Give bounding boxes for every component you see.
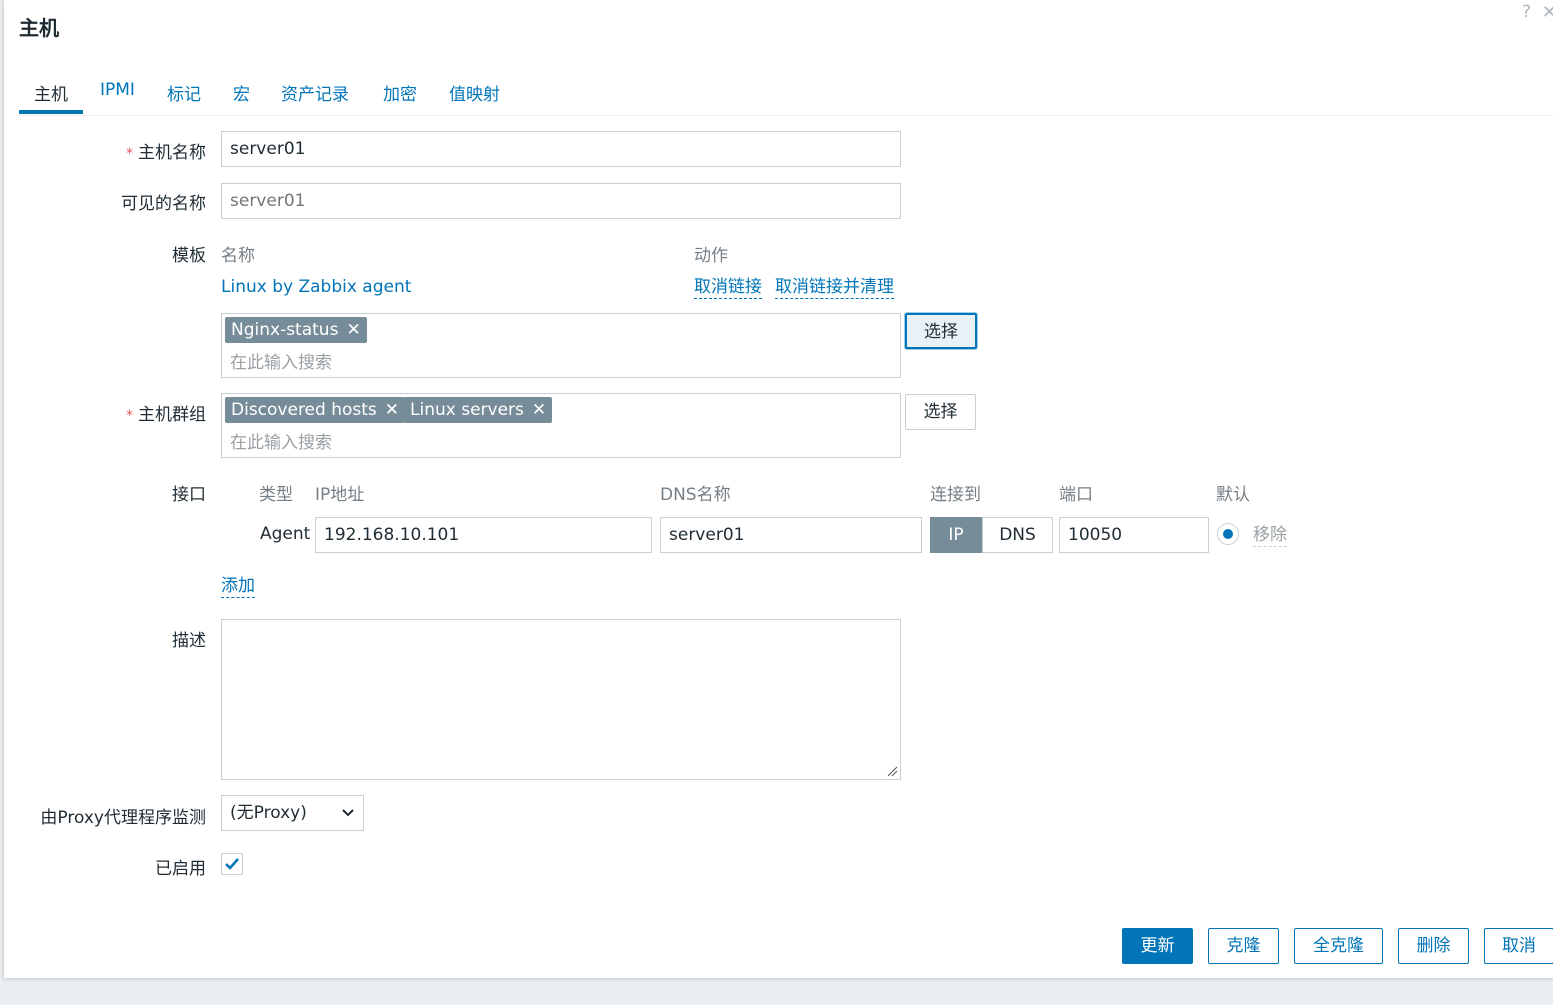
dialog-title: 主机 bbox=[19, 16, 59, 40]
description-textarea[interactable] bbox=[221, 619, 901, 780]
host-group-chip: Discovered hosts ✕ bbox=[225, 397, 406, 423]
visible-name-label: 可见的名称 bbox=[121, 194, 206, 214]
tab-tags[interactable]: 标记 bbox=[167, 80, 201, 114]
host-group-chip: Linux servers ✕ bbox=[404, 397, 553, 423]
host-group-select-button[interactable]: 选择 bbox=[905, 394, 976, 430]
connect-dns-toggle[interactable]: DNS bbox=[982, 517, 1053, 553]
host-dialog: 主机 ? ✕ 主机 IPMI 标记 宏 资产记录 加密 值映射 *主机名称 可见… bbox=[4, 0, 1553, 978]
clone-button[interactable]: 克隆 bbox=[1208, 928, 1279, 964]
tab-encryption[interactable]: 加密 bbox=[383, 80, 417, 114]
add-interface-link[interactable]: 添加 bbox=[221, 575, 255, 598]
templates-col-name: 名称 bbox=[221, 246, 255, 266]
host-groups-label: * 主机群组 bbox=[126, 405, 206, 425]
tab-host[interactable]: 主机 bbox=[19, 80, 83, 114]
iface-port-input[interactable] bbox=[1059, 517, 1209, 553]
host-name-label: * 主机名称 bbox=[126, 143, 206, 163]
unlink-clear-link[interactable]: 取消链接并清理 bbox=[775, 276, 894, 299]
template-link[interactable]: Linux by Zabbix agent bbox=[221, 277, 411, 297]
tab-value-mapping[interactable]: 值映射 bbox=[449, 80, 500, 114]
iface-col-connect: 连接到 bbox=[930, 485, 981, 505]
iface-col-ip: IP地址 bbox=[315, 485, 365, 505]
templates-col-action: 动作 bbox=[694, 246, 728, 266]
unlink-link[interactable]: 取消链接 bbox=[694, 276, 762, 299]
chip-remove-icon[interactable]: ✕ bbox=[346, 320, 360, 340]
chevron-down-icon bbox=[342, 809, 354, 817]
tab-inventory[interactable]: 资产记录 bbox=[281, 80, 349, 114]
host-name-input[interactable] bbox=[221, 131, 901, 167]
host-group-multiselect[interactable]: Discovered hosts ✕ Linux servers ✕ 在此输入搜索 bbox=[221, 393, 901, 458]
check-icon bbox=[225, 858, 239, 870]
iface-remove-link[interactable]: 移除 bbox=[1253, 524, 1287, 547]
iface-type-agent: Agent bbox=[260, 524, 311, 544]
help-icon[interactable]: ? bbox=[1522, 2, 1531, 22]
default-interface-radio[interactable] bbox=[1217, 523, 1239, 545]
update-button[interactable]: 更新 bbox=[1122, 928, 1193, 964]
chip-remove-icon[interactable]: ✕ bbox=[385, 400, 399, 420]
cancel-button[interactable]: 取消 bbox=[1484, 928, 1553, 964]
iface-dns-input[interactable] bbox=[660, 517, 922, 553]
iface-ip-input[interactable] bbox=[315, 517, 652, 553]
iface-col-type: 类型 bbox=[259, 485, 293, 505]
iface-col-default: 默认 bbox=[1216, 485, 1250, 505]
iface-col-port: 端口 bbox=[1059, 485, 1093, 505]
description-label: 描述 bbox=[172, 631, 206, 651]
required-mark: * bbox=[126, 146, 133, 162]
full-clone-button[interactable]: 全克隆 bbox=[1294, 928, 1383, 964]
iface-col-dns: DNS名称 bbox=[660, 485, 731, 505]
chip-remove-icon[interactable]: ✕ bbox=[532, 400, 546, 420]
connect-ip-toggle[interactable]: IP bbox=[930, 517, 982, 553]
tab-bar: 主机 IPMI 标记 宏 资产记录 加密 值映射 bbox=[19, 74, 1553, 116]
enabled-checkbox[interactable] bbox=[221, 853, 243, 875]
proxy-select[interactable]: (无Proxy) bbox=[221, 795, 364, 831]
visible-name-input[interactable] bbox=[221, 183, 901, 219]
template-multiselect[interactable]: Nginx-status ✕ 在此输入搜索 bbox=[221, 313, 901, 378]
template-select-button[interactable]: 选择 bbox=[905, 313, 977, 349]
close-icon[interactable]: ✕ bbox=[1542, 2, 1553, 23]
tab-ipmi[interactable]: IPMI bbox=[100, 80, 135, 114]
interfaces-label: 接口 bbox=[172, 485, 206, 505]
resize-handle-icon[interactable] bbox=[886, 765, 898, 777]
proxy-label: 由Proxy代理程序监测 bbox=[40, 808, 206, 828]
tab-macros[interactable]: 宏 bbox=[233, 80, 250, 114]
templates-label: 模板 bbox=[172, 246, 206, 266]
host-group-search-input[interactable]: 在此输入搜索 bbox=[230, 428, 332, 453]
template-search-input[interactable]: 在此输入搜索 bbox=[230, 348, 332, 373]
enabled-label: 已启用 bbox=[155, 859, 206, 879]
delete-button[interactable]: 删除 bbox=[1398, 928, 1469, 964]
template-chip: Nginx-status ✕ bbox=[225, 317, 367, 343]
